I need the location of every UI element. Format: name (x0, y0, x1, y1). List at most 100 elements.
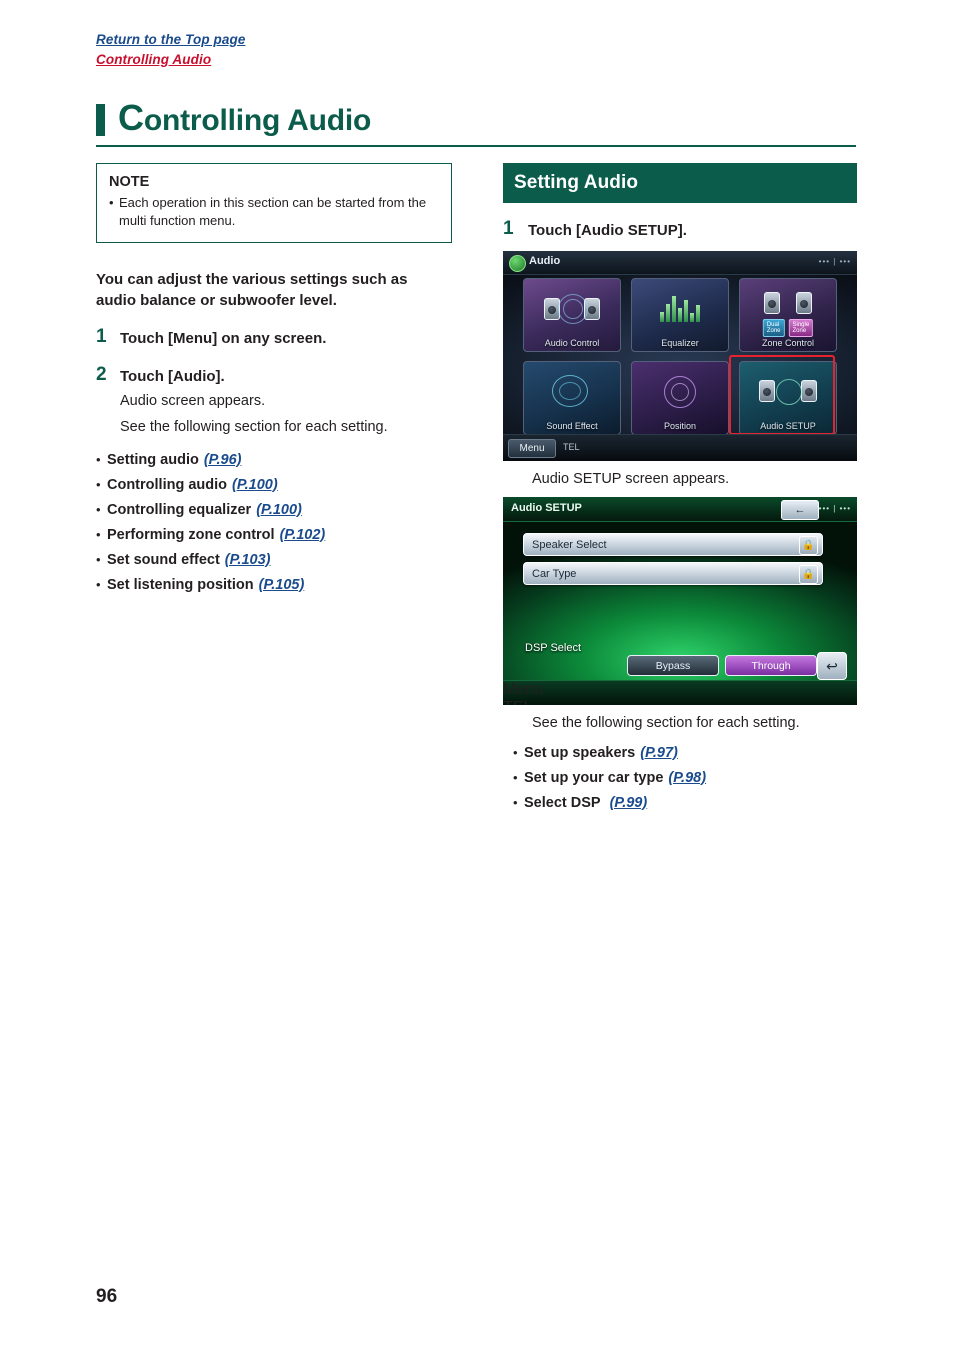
tile-sound-effect[interactable]: Sound Effect (523, 360, 621, 435)
list-item-label: Controlling audio (107, 476, 228, 493)
page-ref-link[interactable]: (P.103) (225, 552, 271, 568)
right-link-list: • Set up speakers (P.97) • Set up your c… (513, 745, 857, 811)
title-rule (96, 145, 856, 147)
badge-dual-zone: Dual Zone (762, 318, 785, 337)
row-car-type[interactable]: Car Type 🔒 (523, 561, 823, 585)
page-ref-link[interactable]: (P.105) (259, 577, 305, 593)
row-speaker-select[interactable]: Speaker Select 🔒 (523, 532, 823, 556)
screenshot-audio-setup: Audio SETUP ← ••• | ••• Speaker Select 🔒… (503, 496, 857, 705)
dsp-select-label: DSP Select (525, 641, 582, 654)
list-bullet: • (513, 744, 518, 760)
section-heading: Setting Audio (503, 163, 857, 203)
breadcrumb: Return to the Top page Controlling Audio (96, 30, 245, 69)
note-bullet: • (109, 195, 114, 210)
device-top-bar: Audio SETUP ← ••• | ••• (503, 496, 857, 522)
page-ref-link[interactable]: (P.98) (668, 770, 706, 786)
caption-see-following-section: See the following section for each setti… (532, 714, 800, 731)
audio-setup-icon (756, 375, 820, 409)
equalizer-bars (660, 292, 700, 322)
menu-button[interactable]: Menu (503, 681, 857, 699)
step-2: 2 Touch [Audio]. (96, 365, 452, 387)
position-icon (648, 375, 712, 409)
intro-paragraph: You can adjust the various settings such… (96, 270, 408, 310)
step-2-number: 2 (96, 363, 107, 385)
list-item: • Set up speakers (P.97) (513, 745, 857, 761)
page-ref-link[interactable]: (P.97) (640, 745, 678, 761)
step-1-text: Touch [Menu] on any screen. (120, 330, 327, 348)
breadcrumb-link-section[interactable]: Controlling Audio (96, 50, 245, 70)
page-ref-link[interactable]: (P.100) (232, 477, 278, 493)
list-item-label: Set up speakers (524, 744, 636, 761)
list-item-label: Performing zone control (107, 526, 275, 543)
list-item: • Select DSP (P.99) (513, 795, 857, 811)
list-bullet: • (96, 551, 101, 567)
title-accent-bar (96, 104, 105, 136)
row-label: Speaker Select (532, 538, 607, 551)
note-box: NOTE • Each operation in this section ca… (96, 163, 452, 243)
list-item-label: Setting audio (107, 451, 199, 468)
lock-icon: 🔒 (799, 564, 818, 584)
list-item-label: Set sound effect (107, 551, 220, 568)
page-title-capital: C (118, 97, 144, 138)
list-bullet: • (513, 794, 518, 810)
page-title: Controlling Audio (96, 98, 856, 138)
right-step-1-number: 1 (503, 218, 514, 239)
caption-audio-setup-appears: Audio SETUP screen appears. (532, 470, 730, 487)
right-column: Setting Audio 1 Touch [Audio SETUP]. Aud… (503, 163, 857, 811)
left-column: NOTE • Each operation in this section ca… (96, 163, 452, 593)
device-top-bar: Audio ••• | ••• (503, 250, 857, 275)
document-page: Return to the Top page Controlling Audio… (0, 0, 954, 1354)
tile-audio-control[interactable]: Audio Control (523, 277, 621, 352)
list-bullet: • (513, 769, 518, 785)
back-arrow-icon[interactable]: ← (781, 499, 819, 520)
dsp-through-button[interactable]: Through (725, 654, 817, 676)
note-text: Each operation in this section can be st… (119, 195, 427, 228)
list-item: • Set sound effect (P.103) (96, 552, 452, 568)
page-number: 96 (96, 1286, 118, 1307)
audio-control-icon (540, 292, 604, 326)
step-2-text: Touch [Audio]. (120, 367, 225, 385)
tile-equalizer[interactable]: Equalizer (631, 277, 729, 352)
page-ref-link[interactable]: (P.99) (610, 795, 648, 811)
device-status-indicator: ••• | ••• (818, 503, 851, 513)
tile-zone-control[interactable]: Dual Zone Single Zone Zone Control (739, 277, 837, 352)
step-1-number: 1 (96, 326, 107, 348)
right-step-1: 1 Touch [Audio SETUP]. (503, 219, 857, 241)
return-icon[interactable]: ↩ (817, 651, 847, 680)
page-ref-link[interactable]: (P.102) (280, 527, 326, 543)
page-ref-link[interactable]: (P.96) (204, 452, 242, 468)
list-item: • Controlling equalizer (P.100) (96, 502, 452, 518)
device-bottom-bar: Menu TEL (503, 433, 857, 461)
breadcrumb-link-top[interactable]: Return to the Top page (96, 30, 245, 50)
list-item: • Controlling audio (P.100) (96, 477, 452, 493)
list-item: • Set up your car type (P.98) (513, 770, 857, 786)
equalizer-icon (648, 292, 712, 326)
menu-button[interactable]: Menu (508, 438, 556, 458)
audio-source-icon (509, 254, 526, 272)
tile-audio-setup[interactable]: Audio SETUP (739, 360, 837, 435)
device-screen-title: Audio (529, 254, 561, 267)
badge-single-zone: Single Zone (788, 318, 814, 337)
sound-effect-icon (540, 374, 604, 409)
lock-icon: 🔒 (799, 535, 818, 555)
list-bullet: • (96, 501, 101, 517)
tile-position[interactable]: Position (631, 360, 729, 435)
zone-badges: Dual Zone Single Zone (762, 318, 814, 337)
list-item-label: Set listening position (107, 576, 254, 593)
list-bullet: • (96, 526, 101, 542)
dsp-bypass-button[interactable]: Bypass (627, 654, 719, 676)
left-link-list: • Setting audio (P.96) • Controlling aud… (96, 452, 452, 593)
step-2-note-1: Audio screen appears. (120, 393, 266, 410)
list-item-label: Set up your car type (524, 769, 664, 786)
tel-label: TEL (503, 699, 857, 705)
right-step-1-text: Touch [Audio SETUP]. (528, 222, 687, 239)
list-bullet: • (96, 576, 101, 592)
page-ref-link[interactable]: (P.100) (256, 502, 302, 518)
page-title-block: Controlling Audio (96, 98, 856, 147)
tile-label: Audio Control (544, 337, 600, 348)
list-item: • Set listening position (P.105) (96, 577, 452, 593)
note-item: • Each operation in this section can be … (109, 194, 439, 230)
page-title-rest: ontrolling Audio (143, 104, 372, 137)
list-item: • Setting audio (P.96) (96, 452, 452, 468)
device-screen-title: Audio SETUP (511, 501, 582, 514)
